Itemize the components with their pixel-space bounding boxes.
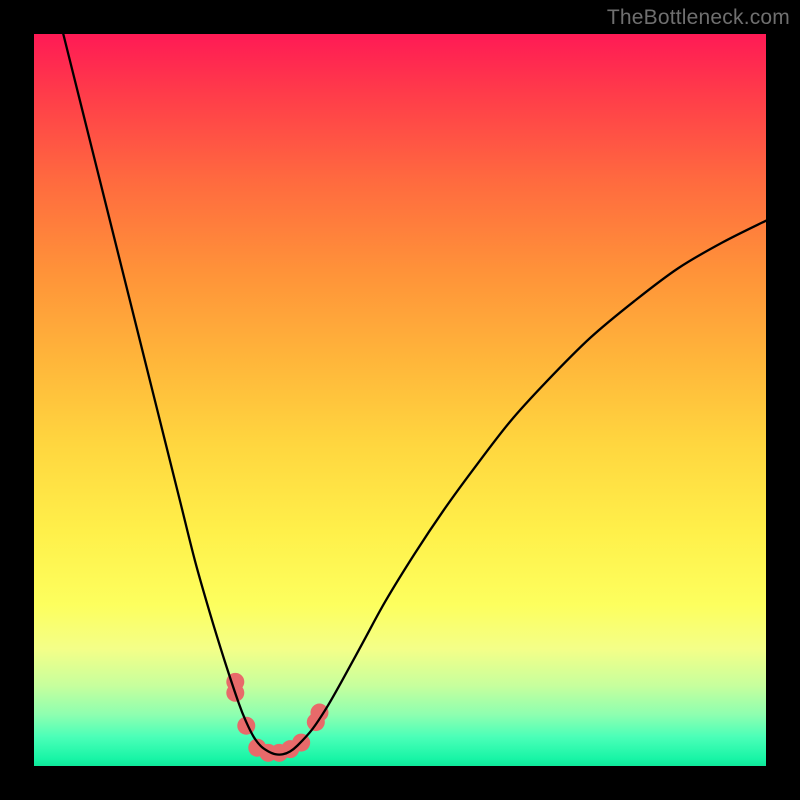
bottleneck-curve xyxy=(63,34,766,755)
watermark-text: TheBottleneck.com xyxy=(607,6,790,30)
curve-layer xyxy=(34,34,766,766)
plot-area xyxy=(34,34,766,766)
chart-frame: TheBottleneck.com xyxy=(0,0,800,800)
threshold-marker-group xyxy=(226,673,328,762)
